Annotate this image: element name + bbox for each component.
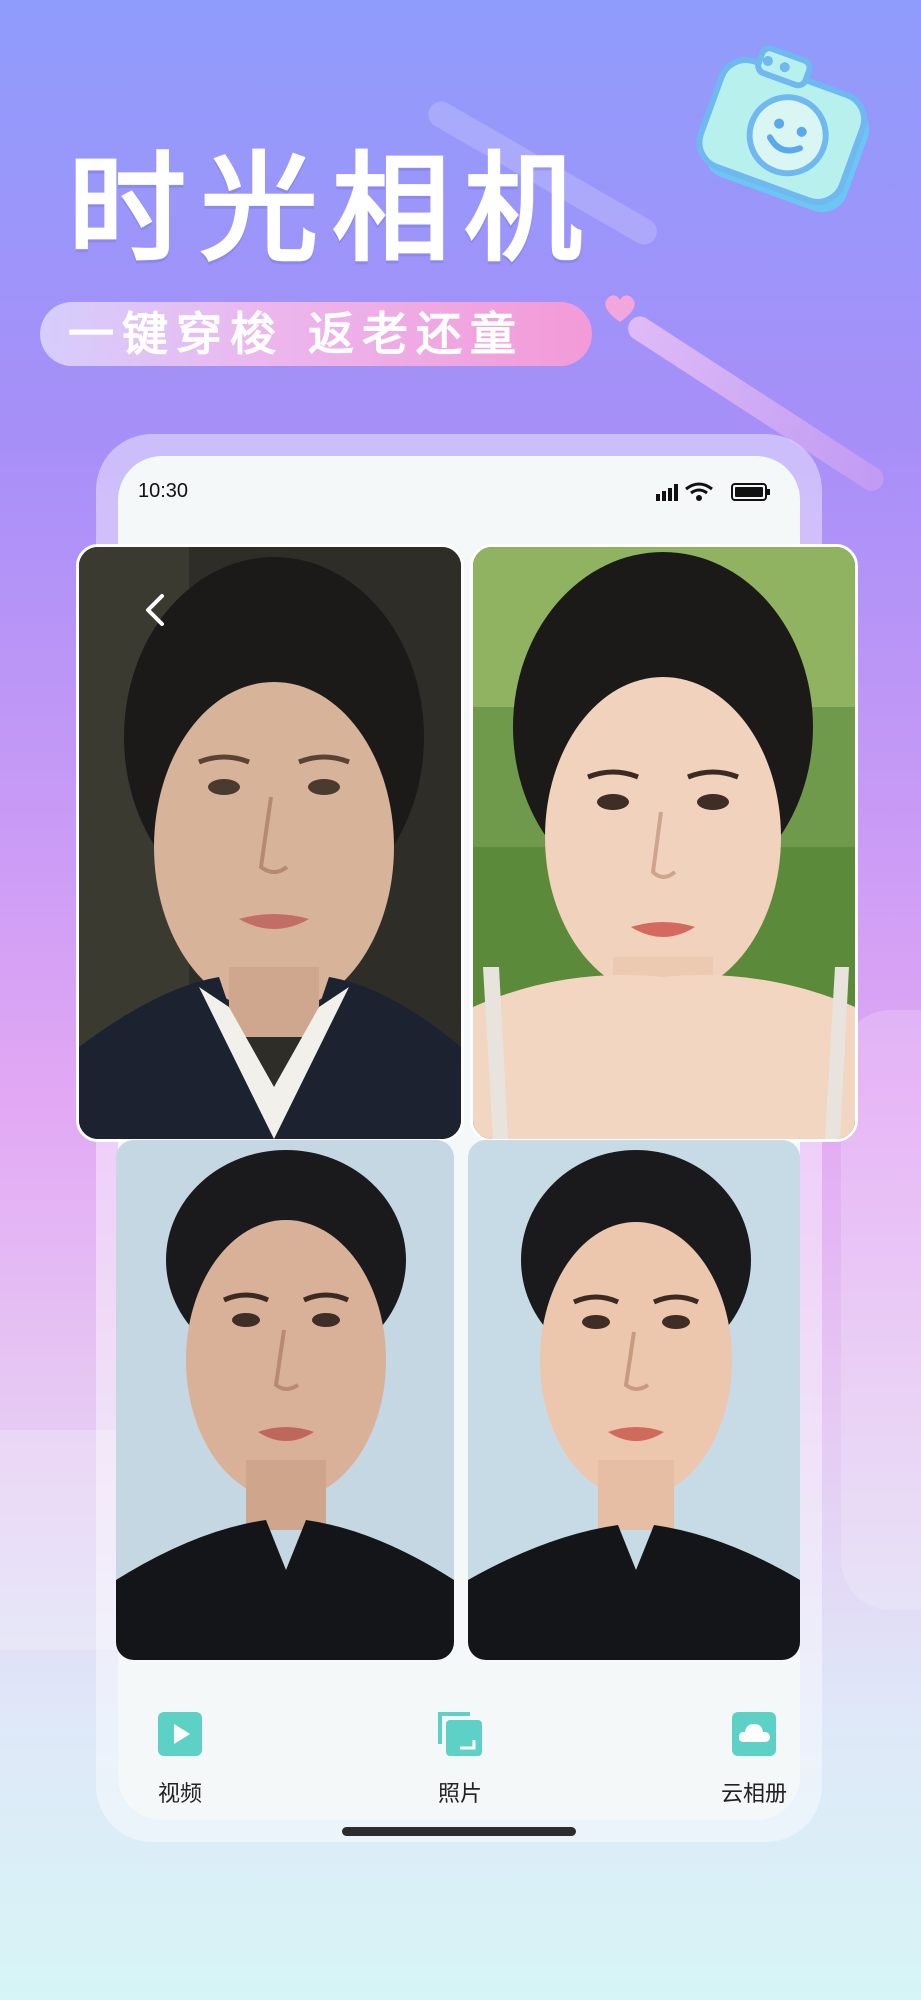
nav-item-cloud-album[interactable]: 云相册 (684, 1710, 824, 1808)
photo-aged-woman[interactable] (76, 544, 464, 1142)
nav-item-video[interactable]: 视频 (110, 1710, 250, 1808)
photo-middle-aged-woman[interactable] (116, 1140, 454, 1660)
nav-item-photo[interactable]: 照片 (390, 1710, 530, 1808)
nav-label-cloud-album: 云相册 (720, 1782, 787, 1807)
wifi-icon (685, 482, 713, 491)
video-play-icon (158, 1712, 202, 1756)
signal-icon (656, 494, 660, 501)
camera-smile-icon (696, 45, 869, 213)
cloud-icon (732, 1712, 776, 1756)
status-time: 10:30 (138, 480, 189, 502)
photo-young-woman[interactable] (470, 544, 858, 1142)
back-chevron-icon[interactable] (138, 590, 174, 630)
app-subtitle: 一键穿梭 返老还童 (68, 307, 525, 361)
status-icons (656, 482, 770, 501)
photo-stack-icon (438, 1712, 482, 1756)
nav-label-photo: 照片 (437, 1782, 482, 1807)
heart-icon (605, 295, 635, 322)
nav-label-video: 视频 (157, 1782, 202, 1807)
home-indicator[interactable] (342, 1827, 576, 1836)
photo-young-woman-studio[interactable] (468, 1140, 800, 1660)
app-title: 时光相机 (68, 140, 597, 278)
